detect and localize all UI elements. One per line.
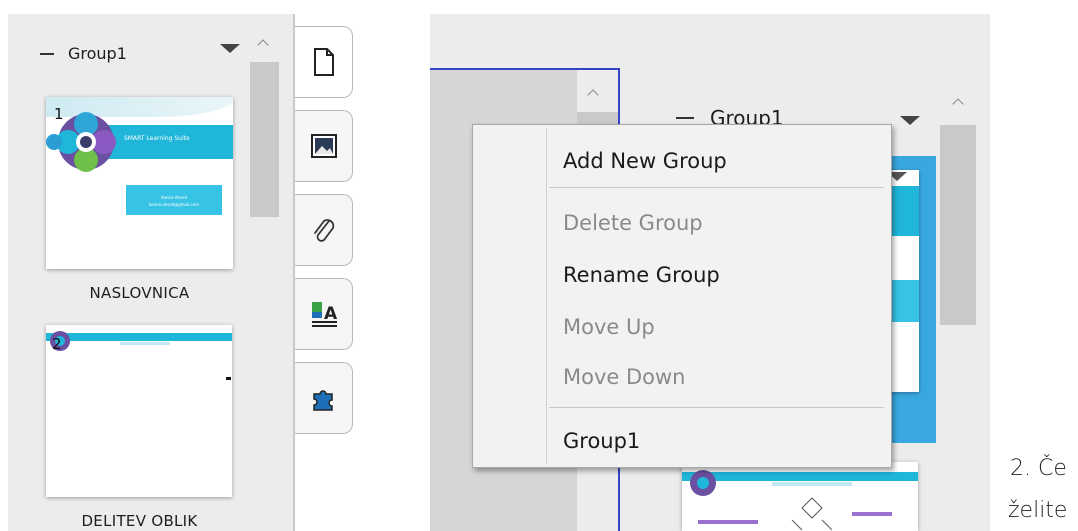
scroll-up-icon[interactable] xyxy=(256,38,272,50)
puzzle-icon xyxy=(312,390,333,411)
canvas-scrollbar-thumb[interactable] xyxy=(577,112,618,124)
dropdown-arrow-icon[interactable] xyxy=(220,44,240,53)
menu-item-add-new-group[interactable]: Add New Group xyxy=(563,149,727,173)
slide-shapes-graphic xyxy=(698,497,892,531)
menu-item-move-down[interactable]: Move Down xyxy=(563,365,686,389)
slide-header-bar xyxy=(46,333,232,341)
slide-label-2: DELITEV OBLIK xyxy=(81,512,198,530)
menu-item-move-up[interactable]: Move Up xyxy=(563,315,655,339)
group-header[interactable]: Group1 xyxy=(40,44,127,63)
slide-header-stripe xyxy=(772,482,852,486)
image-icon xyxy=(310,134,337,158)
group-label: Group1 xyxy=(68,44,127,63)
slide-info-line-2: kenna.ahsell@gmail.com xyxy=(148,202,200,207)
menu-separator xyxy=(549,187,884,188)
menu-gutter xyxy=(546,129,547,463)
slide-banner-text: SMART Learning Suite xyxy=(124,135,190,142)
menu-item-delete-group[interactable]: Delete Group xyxy=(563,211,703,235)
instruction-text-line-1: 2. Če xyxy=(1010,456,1067,481)
scrollbar-thumb-zoomed[interactable] xyxy=(940,125,976,325)
canvas-scroll-up-icon[interactable] xyxy=(586,88,602,100)
slide-header-stripe xyxy=(120,342,170,345)
slide-info-line-1: Kenna Ahsell xyxy=(161,195,187,200)
slide-thumbnail-1[interactable]: SMART Learning Suite 1 Kenna Ahsell kenn… xyxy=(46,97,233,269)
menu-item-group1[interactable]: Group1 xyxy=(563,429,640,453)
menu-item-rename-group[interactable]: Rename Group xyxy=(563,263,720,287)
dropdown-arrow-icon[interactable] xyxy=(900,116,920,125)
paperclip-icon xyxy=(313,219,334,242)
slide-thumbnail-2-zoomed[interactable] xyxy=(682,462,918,531)
slide-number: 2 xyxy=(52,335,62,353)
fill-text-icon: A xyxy=(311,302,338,327)
collapse-icon[interactable] xyxy=(40,52,54,55)
context-menu: Add New Group Delete Group Rename Group … xyxy=(472,124,892,468)
slide-thumbnail-2[interactable]: 2 xyxy=(46,325,232,497)
slide-label-1: NASLOVNICA xyxy=(89,284,190,302)
scrollbar-thumb[interactable] xyxy=(250,62,279,217)
tab-page-sorter[interactable] xyxy=(295,26,353,98)
slide-number: 1 xyxy=(54,105,64,123)
slide-mark xyxy=(226,377,231,380)
tab-properties[interactable]: A xyxy=(295,278,353,350)
scroll-up-icon[interactable] xyxy=(951,97,967,109)
collapse-icon[interactable] xyxy=(676,117,694,119)
slide-info-box: Kenna Ahsell kenna.ahsell@gmail.com xyxy=(126,185,222,215)
page-icon xyxy=(313,48,334,76)
menu-separator xyxy=(549,407,884,408)
tab-gallery[interactable] xyxy=(295,110,353,182)
instruction-text-line-2: želite xyxy=(1008,498,1068,523)
tab-attachments[interactable] xyxy=(295,194,353,266)
tab-add-ons[interactable] xyxy=(295,362,353,434)
